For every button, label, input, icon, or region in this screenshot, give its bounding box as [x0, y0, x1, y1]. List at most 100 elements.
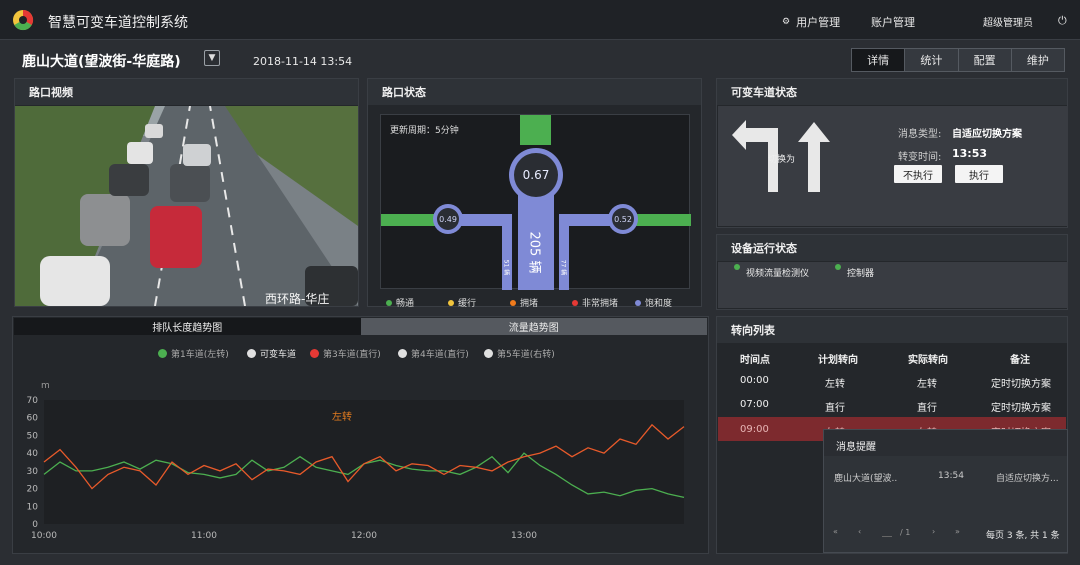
account-management-link[interactable]: 账户管理 [871, 14, 915, 30]
turn-list-header: 时间点 计划转向 实际转向 备注 [718, 344, 1066, 368]
right-lane-vehicle-count: 77 辆 [559, 259, 567, 276]
legend-label: 第4车道(直行) [411, 350, 469, 360]
y-tick-label: 10 [27, 502, 39, 512]
device-ok-dot [734, 264, 740, 270]
device-status-content: 视频流量检测仪 控制器 [718, 262, 1068, 308]
execute-button[interactable]: 执行 [955, 165, 1003, 183]
legend-dot [398, 349, 407, 358]
center-saturation: 0.67 [522, 168, 550, 182]
chart-annotation: 左转 [332, 410, 352, 423]
video-frame [15, 106, 358, 306]
chart-legend-item[interactable]: 第4车道(直行) [398, 347, 469, 360]
lane-status-content: 切换为 消息类型: 自适应切换方案 转变时间: 13:53 不执行 执行 [718, 106, 1068, 226]
tab-detail[interactable]: 详情 [852, 49, 906, 71]
legend-label: 第1车道(左转) [171, 350, 229, 360]
y-tick-label: 40 [27, 449, 39, 459]
legend-item: 饱和度 [635, 296, 672, 309]
chart-legend-item[interactable]: 可变车道 [247, 347, 296, 360]
cell-time: 00:00 [740, 375, 769, 386]
y-tick-label: 30 [27, 467, 39, 477]
account-management-label: 账户管理 [871, 16, 915, 29]
cell-planned: 直行 [825, 403, 845, 414]
road-title: 鹿山大道(望波街-华庭路) [22, 54, 181, 70]
legend-item: 拥堵 [510, 296, 538, 309]
app-title: 智慧可变车道控制系统 [48, 15, 188, 31]
tab-maintenance[interactable]: 维护 [1011, 49, 1064, 71]
col-remark: 备注 [1010, 355, 1030, 366]
intersection-video[interactable]: 西环路-华庄 [15, 106, 358, 306]
cell-remark: 定时切换方案 [991, 403, 1051, 414]
plot-area [44, 400, 684, 524]
table-row[interactable]: 00:00 左转 左转 定时切换方案 [718, 368, 1066, 392]
queue-length-chart: 0 10 20 30 40 50 60 70m 10:00 11:00 12:00 13:00 左转 [27, 381, 685, 541]
pager-summary: 每页 3 条, 共 1 条 [986, 531, 1060, 541]
first-page-icon[interactable]: « [833, 527, 838, 536]
last-page-icon[interactable]: » [955, 527, 960, 536]
device-ok-dot [835, 264, 841, 270]
user-management-link[interactable]: ⚙ 用户管理 [782, 14, 840, 30]
admin-user[interactable]: 超级管理员 [983, 14, 1033, 29]
legend-dot [386, 299, 392, 306]
col-planned: 计划转向 [818, 355, 858, 366]
legend-dot [635, 299, 641, 306]
col-actual: 实际转向 [908, 355, 948, 366]
cell-planned: 左转 [825, 379, 845, 390]
legend-label: 非常拥堵 [582, 299, 619, 309]
legend-label: 饱和度 [645, 299, 673, 309]
col-time: 时间点 [740, 355, 770, 366]
tab-config[interactable]: 配置 [958, 49, 1012, 71]
message-type: 自适应切换方... [996, 474, 1059, 484]
cell-actual: 直行 [917, 403, 937, 414]
legend-item: 缓行 [448, 296, 476, 309]
legend-label: 畅通 [396, 299, 415, 309]
right-saturation: 0.52 [614, 215, 632, 224]
cell-remark: 定时切换方案 [991, 379, 1051, 390]
power-icon[interactable]: ⏻ [1058, 14, 1067, 28]
page-input[interactable] [882, 529, 892, 537]
cell-actual: 左转 [917, 379, 937, 390]
msg-type-value: 自适应切换方案 [952, 129, 1022, 140]
y-tick-label: 50 [27, 431, 39, 441]
message-popup: 消息提醒 鹿山大道(望波.. 13:54 自适应切换方... « ‹ / 1 ›… [823, 429, 1068, 553]
x-tick-label: 10:00 [31, 531, 57, 541]
chart-tabs: 排队长度趋势图 流量趋势图 [14, 318, 707, 335]
intersection-diagram: 更新周期：5分钟 0.67 0.49 0.52 205 辆 51 辆 77 辆 [380, 114, 691, 290]
x-tick-label: 11:00 [191, 531, 217, 541]
current-datetime: 2018-11-14 13:54 [253, 55, 353, 68]
legend-label: 可变车道 [260, 350, 297, 360]
legend-dot [247, 349, 256, 358]
tab-flow[interactable]: 流量趋势图 [360, 318, 707, 335]
chart-legend-item[interactable]: 第1车道(左转) [158, 347, 229, 360]
chart-legend-item[interactable]: 第5车道(右转) [484, 347, 555, 360]
table-row[interactable]: 07:00 直行 直行 定时切换方案 [718, 392, 1066, 416]
prev-page-icon[interactable]: ‹ [858, 527, 861, 536]
chart-legend-item[interactable]: 第3车道(直行) [310, 347, 381, 360]
tab-queue-length[interactable]: 排队长度趋势图 [14, 318, 361, 335]
msg-type-label: 消息类型: [898, 129, 942, 140]
left-lane-vehicle-count: 51 辆 [502, 259, 510, 276]
y-tick-label: 20 [27, 485, 39, 495]
gear-icon: ⚙ [782, 17, 791, 27]
app-logo-icon [13, 9, 34, 31]
switch-label: 切换为 [768, 155, 796, 165]
chevron-down-icon: ▼ [208, 53, 216, 63]
update-cycle: 更新周期：5分钟 [390, 126, 459, 136]
message-time: 13:54 [938, 471, 964, 481]
device-name: 控制器 [847, 269, 875, 279]
vehicle-count: 205 辆 [526, 231, 542, 274]
video-panel-title: 路口视频 [15, 79, 358, 105]
y-axis-unit: m [41, 381, 50, 391]
next-page-icon[interactable]: › [932, 527, 935, 536]
y-tick-label: 70 [27, 396, 39, 406]
straight-arrow-icon [798, 122, 830, 192]
road-dropdown-button[interactable]: ▼ [204, 50, 220, 66]
y-tick-label: 0 [32, 520, 38, 530]
left-saturation: 0.49 [439, 215, 457, 224]
cell-time: 09:00 [740, 424, 769, 435]
page-total: / 1 [900, 528, 911, 537]
lane-status-title: 可变车道状态 [717, 79, 1067, 105]
tab-statistics[interactable]: 统计 [905, 49, 959, 71]
legend-dot [572, 299, 578, 306]
admin-label: 超级管理员 [983, 18, 1033, 29]
reject-button[interactable]: 不执行 [894, 165, 942, 183]
